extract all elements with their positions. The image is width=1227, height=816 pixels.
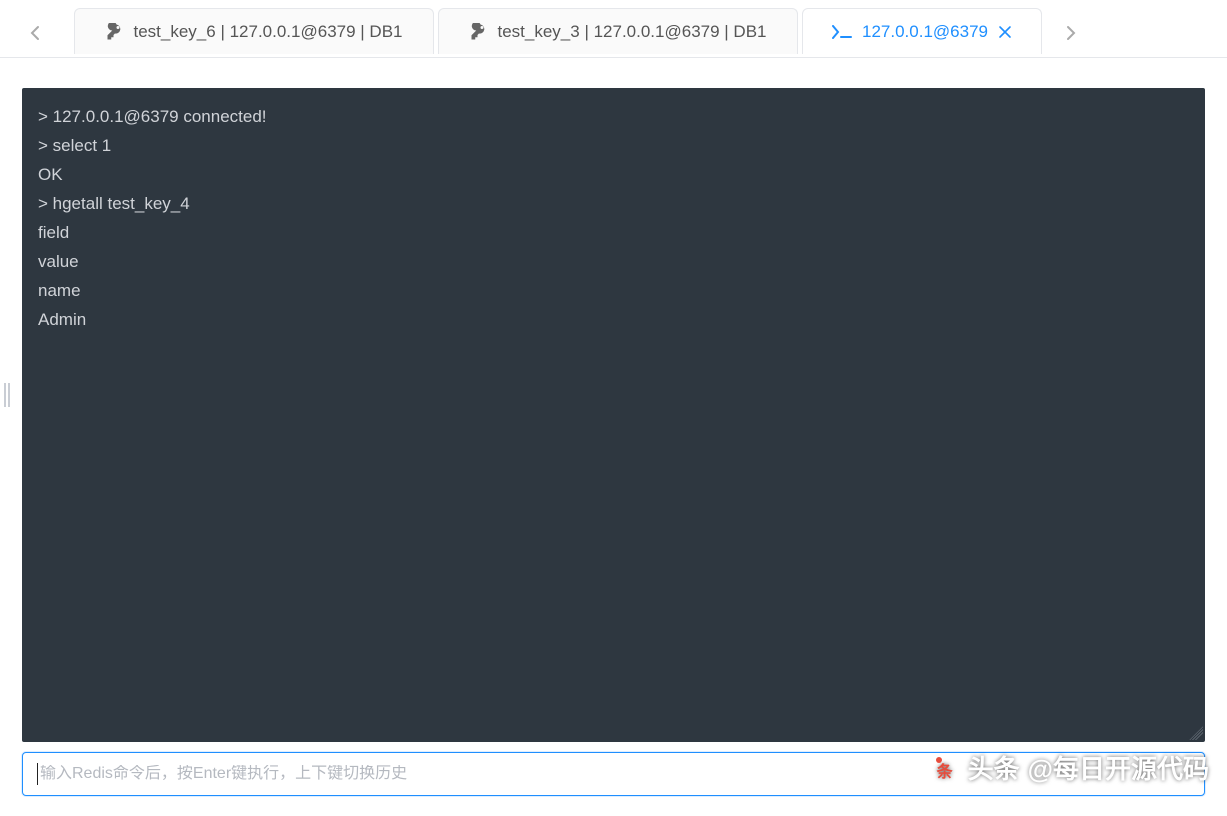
close-icon[interactable] (998, 25, 1012, 39)
terminal-line: value (38, 247, 1189, 276)
tab-scroll-left[interactable] (0, 8, 70, 57)
tab-label: test_key_3 | 127.0.0.1@6379 | DB1 (498, 22, 767, 42)
sidebar-resize-handle[interactable] (4, 382, 12, 408)
terminal-output[interactable]: > 127.0.0.1@6379 connected!> select 1OK>… (22, 88, 1205, 742)
tab-label: test_key_6 | 127.0.0.1@6379 | DB1 (134, 22, 403, 42)
key-icon (470, 23, 488, 41)
command-input-container (22, 752, 1205, 796)
terminal-line: Admin (38, 305, 1189, 334)
chevron-left-icon (30, 25, 40, 41)
chevron-right-icon (1066, 25, 1076, 41)
terminal-line: name (38, 276, 1189, 305)
terminal-line: field (38, 218, 1189, 247)
tab-bar: test_key_6 | 127.0.0.1@6379 | DB1 test_k… (0, 0, 1227, 58)
text-caret (37, 763, 38, 785)
tab-label: 127.0.0.1@6379 (862, 22, 988, 42)
tab-key-test6[interactable]: test_key_6 | 127.0.0.1@6379 | DB1 (74, 8, 434, 54)
terminal-line: > hgetall test_key_4 (38, 189, 1189, 218)
tab-scroll-right[interactable] (1046, 8, 1096, 57)
tab-key-test3[interactable]: test_key_3 | 127.0.0.1@6379 | DB1 (438, 8, 798, 54)
terminal-line: > 127.0.0.1@6379 connected! (38, 102, 1189, 131)
tab-terminal[interactable]: 127.0.0.1@6379 (802, 8, 1042, 54)
command-input[interactable] (40, 765, 1190, 783)
key-icon (106, 23, 124, 41)
terminal-line: OK (38, 160, 1189, 189)
terminal-icon (832, 25, 852, 39)
terminal-line: > select 1 (38, 131, 1189, 160)
